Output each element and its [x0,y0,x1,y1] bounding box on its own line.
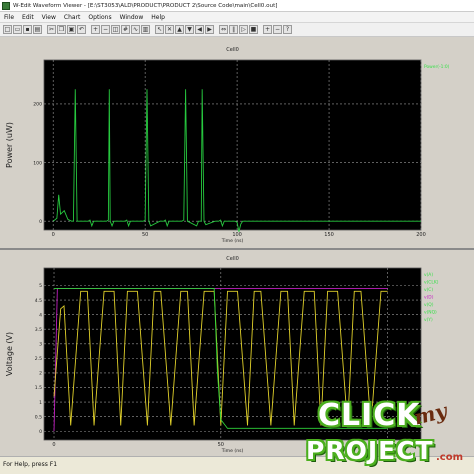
menu-edit[interactable]: Edit [18,14,38,21]
toolbar: □ ▭ ▪ ▤ ✂ ❐ ▣ ↶ + − ◫ # ∿ ▥ ↖ ✕ ▲ ▼ ◀ ▶ ⇔ ∥ ▷ ■ + −? [0,23,474,37]
print-icon[interactable]: ▤ [33,25,42,34]
legend-entry: v(CLK) [424,280,439,286]
up-icon[interactable]: ▲ [175,25,184,34]
app-window: W-Edit Waveform Viewer - [E:\ST3053\ALD\… [0,0,474,474]
undo-icon[interactable]: ↶ [77,25,86,34]
y-tick-label: 3.5 [35,327,42,333]
y-tick-label: 0 [39,219,42,225]
menu-file[interactable]: File [0,14,18,21]
copy-icon[interactable]: ❐ [57,25,66,34]
menu-bar: File Edit View Chart Options Window Help [0,12,474,23]
menu-view[interactable]: View [38,14,60,21]
open-icon[interactable]: ▭ [13,25,22,34]
new-icon[interactable]: □ [3,25,12,34]
cut-icon[interactable]: ✂ [47,25,56,34]
zoom-out-icon[interactable]: − [101,25,110,34]
watermark-com: .com [436,452,464,463]
y-tick-label: 4.5 [35,298,42,304]
power-chart[interactable]: Cell0 0 50 100 150 200 0 100 200 Time (ns) Power (… [0,37,474,248]
zoom-fit-icon[interactable]: ◫ [111,25,120,34]
legend-entry: Power(-1:0) [424,64,450,70]
right-icon[interactable]: ▶ [205,25,214,34]
play-icon[interactable]: ▷ [239,25,248,34]
chart-title: Cell0 [226,47,239,53]
legend-entry: v(Q) [424,302,434,308]
y-tick-label: 0.5 [35,414,42,420]
watermark-logo: CLICK my PROJECT .com [302,398,474,474]
x-axis-label: Time (ns) [221,238,244,244]
title-bar: W-Edit Waveform Viewer - [E:\ST3053\ALD\… [0,0,474,12]
plus-icon[interactable]: + [263,25,272,34]
y-tick-label: 1.5 [35,385,42,391]
legend-entry: v(Y) [424,317,433,323]
grid-icon[interactable]: # [121,25,130,34]
status-message: For Help, press F1 [3,461,58,468]
x-tick-label: 100 [232,232,242,238]
app-icon [2,1,10,10]
x-tick-label: 50 [218,442,224,448]
x-tick-label: 200 [416,232,426,238]
x-tick-label: 0 [52,232,55,238]
y-axis-label: Power (uW) [5,122,14,168]
watermark-project: PROJECT [306,436,434,465]
chart-icon[interactable]: ▥ [141,25,150,34]
y-tick-label: 0 [39,429,42,435]
legend-entry: v(NQ) [424,310,437,316]
y-axis-label: Voltage (V) [5,332,14,376]
chart-title: Cell0 [226,256,239,262]
down-icon[interactable]: ▼ [185,25,194,34]
menu-window[interactable]: Window [116,14,148,21]
power-chart-pane: Cell0 0 50 100 150 200 0 100 200 Time (ns) Power (… [0,37,474,248]
legend-entry: v(D) [424,295,434,301]
x-tick-label: 50 [142,232,148,238]
y-tick-label: 4 [39,312,42,318]
minus-icon[interactable]: − [273,25,282,34]
legend-entry: v(A) [424,272,433,278]
x-tick-label: 0 [52,442,55,448]
legend-entry: v(C) [424,287,433,293]
y-tick-label: 1 [39,400,42,406]
y-tick-label: 200 [33,102,42,108]
pause-icon[interactable]: ∥ [229,25,238,34]
paste-icon[interactable]: ▣ [67,25,76,34]
zoom-in-icon[interactable]: + [91,25,100,34]
trace-icon[interactable]: ∿ [131,25,140,34]
x-axis-label: Time (ns) [221,448,244,454]
cursor-icon[interactable]: ↖ [155,25,164,34]
left-icon[interactable]: ◀ [195,25,204,34]
cross-icon[interactable]: ✕ [165,25,174,34]
menu-options[interactable]: Options [84,14,115,21]
y-tick-label: 100 [33,160,42,166]
plot-area [43,59,422,231]
help-icon[interactable]: ? [283,25,292,34]
watermark-click: CLICK [318,398,421,433]
stop-icon[interactable]: ■ [249,25,258,34]
menu-chart[interactable]: Chart [60,14,85,21]
save-icon[interactable]: ▪ [23,25,32,34]
y-tick-label: 3 [39,341,42,347]
y-tick-label: 2 [39,371,42,377]
window-title: W-Edit Waveform Viewer - [E:\ST3053\ALD\… [13,2,278,9]
expand-icon[interactable]: ⇔ [219,25,228,34]
menu-help[interactable]: Help [147,14,169,21]
x-tick-label: 150 [324,232,334,238]
y-tick-label: 5 [39,283,42,289]
y-tick-label: 2.5 [35,356,42,362]
